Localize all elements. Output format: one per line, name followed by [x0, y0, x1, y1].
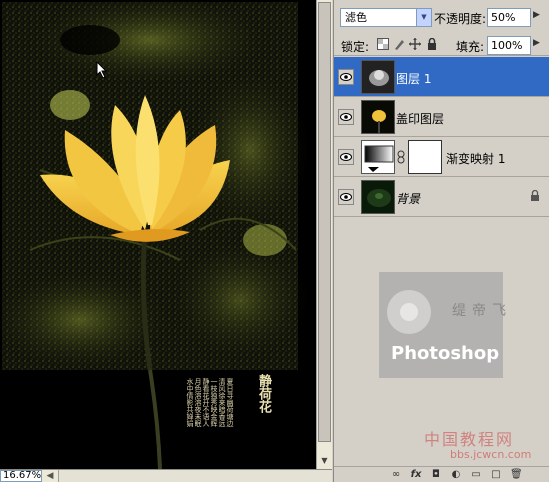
layer-thumbnail [361, 180, 395, 214]
layer-row-layer1[interactable]: 图层 1 [334, 57, 549, 97]
lock-icon [530, 189, 540, 204]
lock-position-icon[interactable] [409, 38, 421, 50]
watermark-chinese-text: 缇帝飞 [452, 303, 512, 319]
layer-mask-thumbnail[interactable] [408, 140, 442, 174]
layers-panel: 滤色 ▼ 不透明度: 50% ▶ 锁定: 填充: 100% ▶ 图层 1 盖印图… [333, 0, 549, 482]
lock-label: 锁定: [341, 40, 370, 54]
adjustment-layer-icon[interactable]: ◐ [450, 469, 462, 481]
lock-all-icon[interactable] [426, 37, 438, 50]
layer-thumbnail [361, 60, 395, 94]
fill-input[interactable]: 100% [487, 36, 531, 55]
delete-layer-icon[interactable]: 🗑 [510, 469, 523, 481]
eye-icon[interactable] [338, 149, 354, 165]
chain-link-icon[interactable] [397, 150, 405, 164]
status-bar: 16.67% ◀ [0, 469, 332, 482]
layer-thumbnail [361, 100, 395, 134]
layer-row-gradient-map[interactable]: 渐变映射 1 [334, 137, 549, 177]
fill-label: 填充: [456, 40, 485, 54]
poem-text: 夏日寻幽荷塘边 清风徐来暗香远 一枝独秀映金辉 静看花开不语人 月色溶溶夜未眠 … [186, 378, 234, 427]
document-canvas[interactable]: 夏日寻幽荷塘边 清风徐来暗香远 一枝独秀映金辉 静看花开不语人 月色溶溶夜未眠 … [0, 0, 316, 469]
scrollbar-thumb[interactable] [318, 2, 331, 442]
status-menu-arrow-icon[interactable]: ◀ [44, 470, 56, 482]
poem-title: 静荷花 [256, 374, 271, 413]
layer-name: 盖印图层 [396, 112, 445, 126]
blend-mode-select[interactable]: 滤色 ▼ [340, 8, 432, 27]
add-mask-icon[interactable]: ◘ [430, 469, 442, 481]
link-layers-icon[interactable]: ∞ [390, 469, 402, 481]
watermark-photoshop-text: Photoshop [391, 343, 500, 364]
new-group-icon[interactable]: ▭ [470, 469, 482, 481]
fill-slider-arrow-icon[interactable]: ▶ [533, 38, 540, 48]
layer-row-background[interactable]: 背景 [334, 177, 549, 217]
eye-icon[interactable] [338, 189, 354, 205]
document-vertical-scrollbar[interactable]: ▼ [316, 0, 332, 469]
layers-list: 图层 1 盖印图层 渐变映射 1 背景 [334, 57, 549, 217]
eye-icon[interactable] [338, 69, 354, 85]
layer-name: 图层 1 [396, 72, 432, 86]
layer-row-stamped[interactable]: 盖印图层 [334, 97, 549, 137]
zoom-field[interactable]: 16.67% [0, 470, 42, 482]
lock-transparent-pixels-icon[interactable] [377, 38, 389, 50]
lock-image-pixels-icon[interactable] [393, 38, 405, 50]
lock-row: 锁定: 填充: 100% ▶ [334, 34, 549, 56]
opacity-input[interactable]: 50% [487, 8, 531, 27]
opacity-slider-arrow-icon[interactable]: ▶ [533, 10, 540, 20]
document-horizontal-scrollbar[interactable] [58, 470, 332, 482]
chevron-down-icon[interactable]: ▼ [416, 9, 431, 26]
watermark-site-chinese: 中国教程网 [424, 430, 515, 449]
blend-row: 滤色 ▼ 不透明度: 50% ▶ [334, 6, 549, 28]
adjustment-thumbnail [361, 140, 395, 174]
opacity-label: 不透明度: [434, 12, 487, 26]
layer-name: 渐变映射 1 [446, 152, 506, 166]
blend-mode-value: 滤色 [345, 11, 367, 24]
scroll-down-arrow-icon[interactable]: ▼ [318, 455, 331, 467]
eye-icon[interactable] [338, 109, 354, 125]
watermark-site-url: bbs.jcwcn.com [450, 448, 532, 461]
new-layer-icon[interactable]: □ [490, 469, 502, 481]
layer-name: 背景 [396, 192, 421, 206]
layer-style-icon[interactable]: fx [410, 469, 422, 481]
layers-panel-bottom-bar: ∞ fx ◘ ◐ ▭ □ 🗑 [334, 466, 549, 482]
